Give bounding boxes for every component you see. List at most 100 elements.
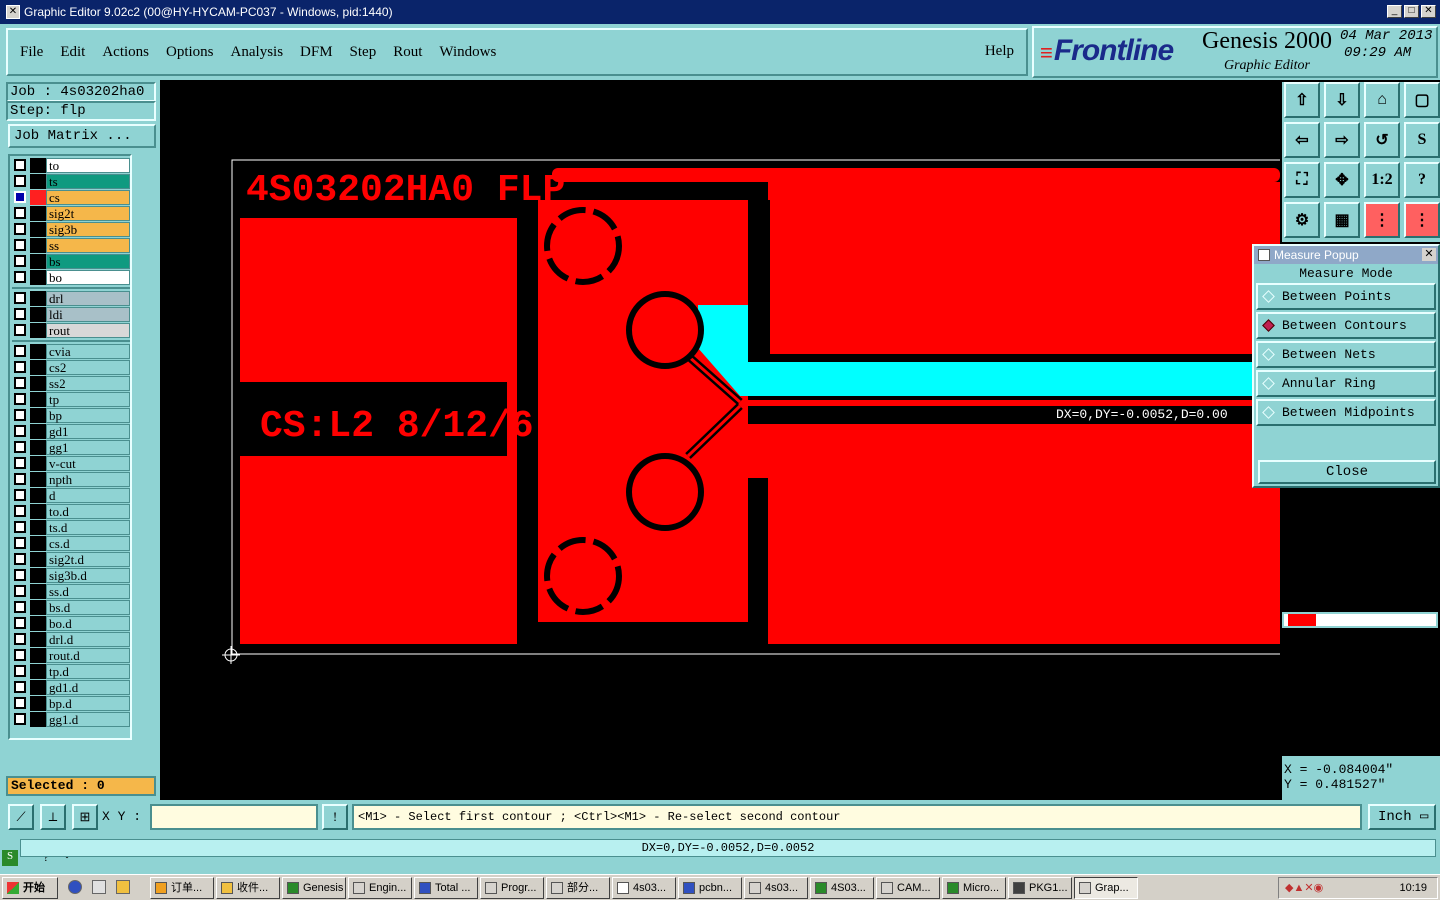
home-icon[interactable]: ⌂: [1364, 82, 1400, 118]
layer-row[interactable]: sig3b: [12, 222, 130, 237]
layer-checkbox[interactable]: [14, 159, 26, 171]
layer-name[interactable]: cvia: [46, 344, 130, 359]
layer-row[interactable]: sig3b.d: [12, 568, 130, 583]
layer-checkbox[interactable]: [14, 713, 26, 725]
net-highlight-icon[interactable]: ⋮: [1404, 202, 1440, 238]
layer-row[interactable]: gd1.d: [12, 680, 130, 695]
minimize-button[interactable]: _: [1387, 5, 1402, 18]
layer-row[interactable]: cs: [12, 190, 130, 205]
layer-row[interactable]: npth: [12, 472, 130, 487]
layer-name[interactable]: rout: [46, 323, 130, 338]
settings-icon[interactable]: ⚙: [1284, 202, 1320, 238]
layer-color-swatch[interactable]: [30, 307, 46, 322]
layer-color-swatch[interactable]: [30, 344, 46, 359]
layer-color-swatch[interactable]: [30, 392, 46, 407]
layer-color-swatch[interactable]: [30, 680, 46, 695]
layer-row[interactable]: bs.d: [12, 600, 130, 615]
layer-checkbox[interactable]: [14, 617, 26, 629]
layer-checkbox[interactable]: [14, 521, 26, 533]
select-tool-icon[interactable]: ⟋: [8, 804, 34, 830]
grid-icon[interactable]: ▦: [1324, 202, 1360, 238]
layer-name[interactable]: tp: [46, 392, 130, 407]
layer-name[interactable]: drl.d: [46, 632, 130, 647]
layer-name[interactable]: v-cut: [46, 456, 130, 471]
taskbar-task[interactable]: pcbn...: [678, 877, 742, 899]
layer-name[interactable]: cs2: [46, 360, 130, 375]
layer-name[interactable]: cs.d: [46, 536, 130, 551]
layer-row[interactable]: tp.d: [12, 664, 130, 679]
layer-color-swatch[interactable]: [30, 696, 46, 711]
layer-checkbox[interactable]: [14, 553, 26, 565]
measure-option[interactable]: Between Points: [1256, 283, 1436, 310]
layer-row[interactable]: to: [12, 158, 130, 173]
pan-right-icon[interactable]: ⇨: [1324, 122, 1360, 158]
layer-checkbox[interactable]: [14, 324, 26, 336]
layer-name[interactable]: sig2t.d: [46, 552, 130, 567]
menu-windows[interactable]: Windows: [439, 44, 496, 61]
layer-color-swatch[interactable]: [30, 190, 46, 205]
layer-row[interactable]: ts: [12, 174, 130, 189]
layer-name[interactable]: ss2: [46, 376, 130, 391]
layer-name[interactable]: cs: [46, 190, 130, 205]
ratio-button[interactable]: 1:2: [1364, 162, 1400, 198]
layer-color-swatch[interactable]: [30, 664, 46, 679]
overview-bar[interactable]: [1282, 612, 1438, 628]
layer-color-swatch[interactable]: [30, 158, 46, 173]
taskbar-task[interactable]: Progr...: [480, 877, 544, 899]
layer-row[interactable]: ss: [12, 238, 130, 253]
layer-row[interactable]: gg1: [12, 440, 130, 455]
menu-edit[interactable]: Edit: [60, 44, 85, 61]
layer-row[interactable]: sig2t.d: [12, 552, 130, 567]
taskbar-task[interactable]: Total ...: [414, 877, 478, 899]
status-s-icon[interactable]: S: [2, 850, 18, 866]
media-icon[interactable]: [116, 880, 130, 894]
layer-name[interactable]: gg1.d: [46, 712, 130, 727]
layer-checkbox[interactable]: [14, 255, 26, 267]
taskbar-task[interactable]: Genesis: [282, 877, 346, 899]
layer-color-swatch[interactable]: [30, 648, 46, 663]
layer-name[interactable]: npth: [46, 472, 130, 487]
layer-row[interactable]: bp: [12, 408, 130, 423]
layer-checkbox[interactable]: [14, 271, 26, 283]
taskbar-task[interactable]: 4s03...: [612, 877, 676, 899]
layer-name[interactable]: sig3b: [46, 222, 130, 237]
layer-checkbox[interactable]: [14, 585, 26, 597]
layer-color-swatch[interactable]: [30, 206, 46, 221]
maximize-button[interactable]: □: [1404, 5, 1419, 18]
layer-row[interactable]: cs.d: [12, 536, 130, 551]
layer-color-swatch[interactable]: [30, 520, 46, 535]
layer-row[interactable]: bs: [12, 254, 130, 269]
taskbar-task[interactable]: Engin...: [348, 877, 412, 899]
layer-checkbox[interactable]: [14, 665, 26, 677]
tray-app-icons[interactable]: ◆▲✕◉: [1285, 881, 1323, 894]
menu-actions[interactable]: Actions: [102, 44, 149, 61]
layer-color-swatch[interactable]: [30, 472, 46, 487]
window-icon[interactable]: ▢: [1404, 82, 1440, 118]
layer-checkbox[interactable]: [14, 505, 26, 517]
layer-color-swatch[interactable]: [30, 408, 46, 423]
layer-name[interactable]: bs.d: [46, 600, 130, 615]
layer-color-swatch[interactable]: [30, 488, 46, 503]
layer-checkbox[interactable]: [14, 473, 26, 485]
menu-options[interactable]: Options: [166, 44, 214, 61]
layer-name[interactable]: bs: [46, 254, 130, 269]
layer-row[interactable]: cs2: [12, 360, 130, 375]
layer-color-swatch[interactable]: [30, 174, 46, 189]
layer-row[interactable]: gg1.d: [12, 712, 130, 727]
layer-color-swatch[interactable]: [30, 600, 46, 615]
taskbar-task[interactable]: Micro...: [942, 877, 1006, 899]
ie-icon[interactable]: [68, 880, 82, 894]
layer-checkbox[interactable]: [14, 633, 26, 645]
measure-tool-icon[interactable]: ⟂: [40, 804, 66, 830]
layer-name[interactable]: sig2t: [46, 206, 130, 221]
layer-name[interactable]: rout.d: [46, 648, 130, 663]
center-icon[interactable]: ✥: [1324, 162, 1360, 198]
close-window-button[interactable]: ✕: [1421, 5, 1436, 18]
layer-color-swatch[interactable]: [30, 632, 46, 647]
layer-row[interactable]: to.d: [12, 504, 130, 519]
help-button[interactable]: ?: [1404, 162, 1440, 198]
taskbar-task[interactable]: CAM...: [876, 877, 940, 899]
layer-checkbox[interactable]: [14, 537, 26, 549]
job-matrix-button[interactable]: Job Matrix ...: [8, 124, 156, 148]
layer-name[interactable]: ss: [46, 238, 130, 253]
